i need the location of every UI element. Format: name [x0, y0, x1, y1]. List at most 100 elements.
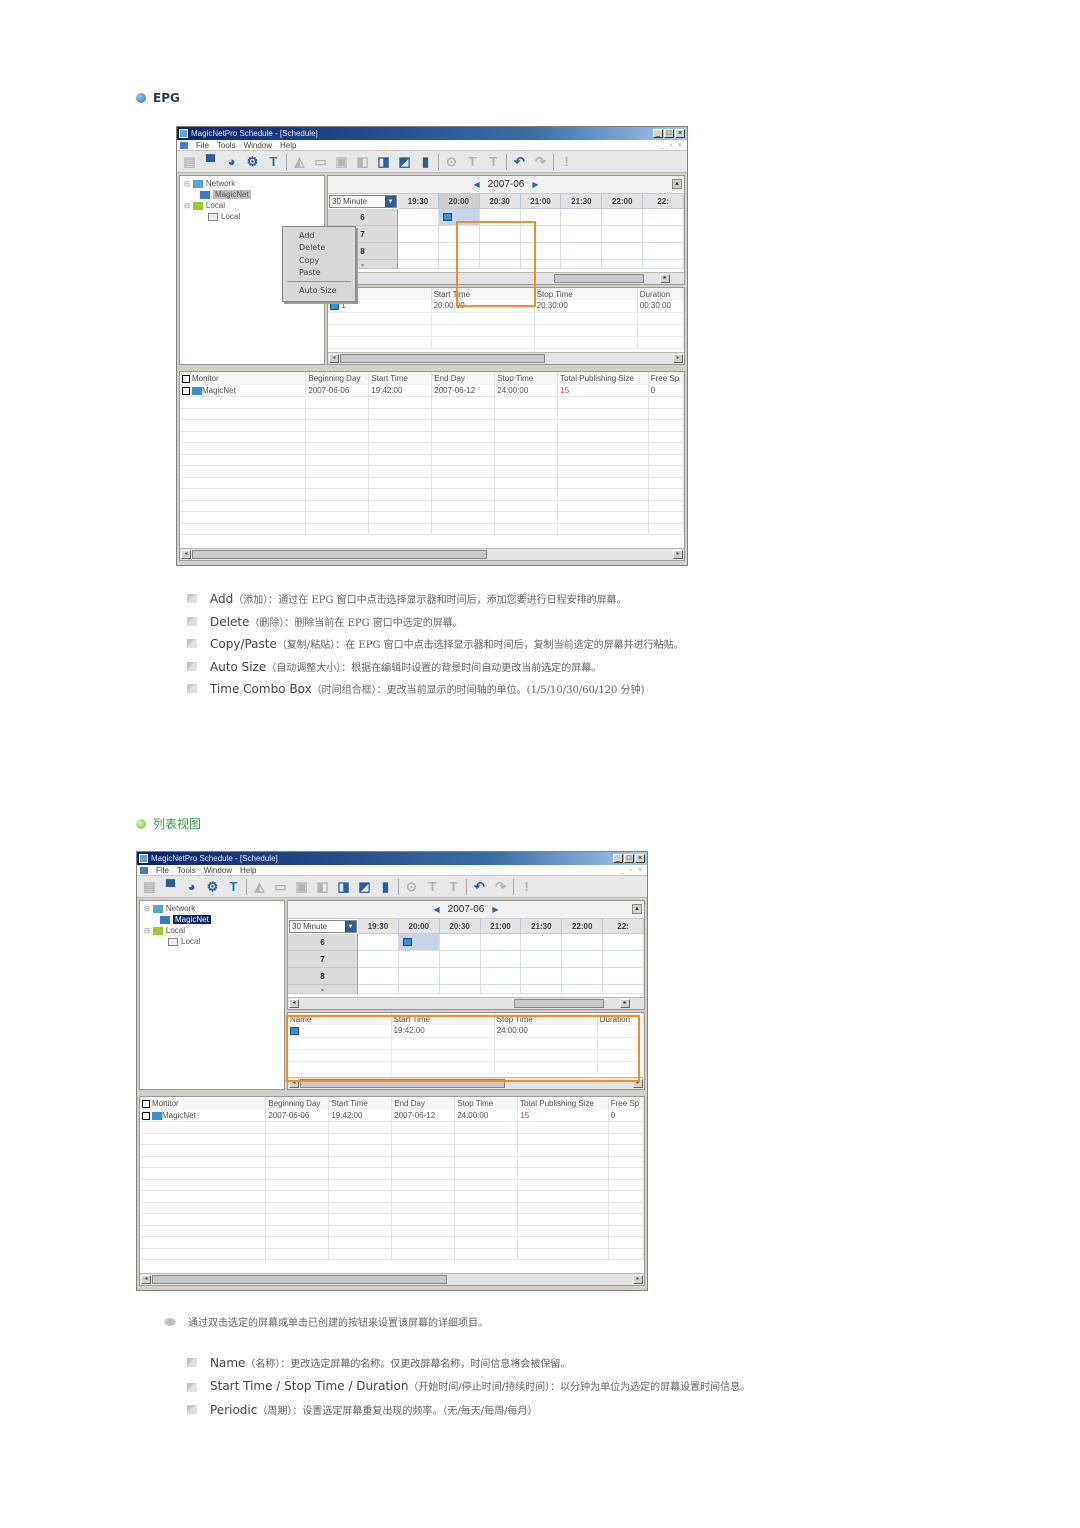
info-icon[interactable]: ! [518, 878, 535, 895]
col-stop-time[interactable]: Stop Time [454, 1097, 519, 1110]
add-screen-icon[interactable]: ◧ [354, 153, 371, 170]
image-icon[interactable]: ▣ [333, 153, 350, 170]
maximize-button[interactable]: □ [664, 129, 674, 138]
col-start-time[interactable]: Start Time [328, 1097, 393, 1110]
copy-screen-icon[interactable]: ◨ [335, 878, 352, 895]
scroll-left-button[interactable]: ◂ [289, 999, 299, 1008]
scroll-left-button[interactable]: ◂ [181, 550, 191, 559]
col-duration[interactable]: Duration [637, 288, 685, 300]
tree-node-magicnet[interactable]: MagicNet [184, 189, 320, 200]
monitor-settings-icon[interactable]: ⚙ [204, 878, 221, 895]
redo-icon[interactable]: ↷ [492, 878, 509, 895]
select-all-checkbox[interactable] [182, 374, 190, 383]
context-menu-delete[interactable]: Delete [283, 242, 355, 255]
epg-cell[interactable] [603, 985, 644, 994]
epg-horizontal-scrollbar[interactable]: ◂ ▸ [288, 997, 644, 1009]
scroll-left-button[interactable]: ◂ [141, 1275, 151, 1284]
tree-node-local-group[interactable]: ⊟ Local [144, 925, 280, 936]
tree-node-network[interactable]: ⊟ Network [144, 903, 280, 914]
epg-cell[interactable] [439, 968, 481, 985]
epg-cell[interactable] [562, 968, 604, 985]
menu-file[interactable]: File [196, 141, 209, 150]
tree-node-local[interactable]: Local [144, 936, 280, 947]
monitor-row[interactable]: MagicNet 2007-06-06 19:42:00 2007-06-12 … [180, 385, 685, 397]
text-icon[interactable]: T [265, 153, 282, 170]
epg-cell[interactable] [398, 243, 439, 260]
scroll-right-button[interactable]: ▸ [633, 1275, 643, 1284]
epg-cell[interactable] [358, 951, 399, 968]
scroll-right-button[interactable]: ▸ [673, 550, 683, 559]
col-total-publishing-size[interactable]: Total Publishing Size [517, 1097, 609, 1110]
col-monitor[interactable]: Monitor [180, 372, 307, 385]
save-icon[interactable]: ▭ [272, 878, 289, 895]
mdi-controls[interactable]: _ ▫ × [620, 867, 644, 874]
add-screen-icon[interactable]: ◧ [314, 878, 331, 895]
col-stop-time[interactable]: Stop Time [494, 372, 559, 385]
epg-cell[interactable] [521, 968, 563, 985]
minimize-button[interactable]: _ [613, 854, 623, 863]
scroll-thumb[interactable] [192, 550, 487, 559]
time-unit-combo[interactable]: 30 Minute ▼ [289, 920, 357, 933]
scroll-left-button[interactable]: ◂ [329, 354, 339, 363]
menu-help[interactable]: Help [240, 866, 256, 875]
tree-node-local[interactable]: Local [184, 211, 320, 222]
tree-node-magicnet[interactable]: MagicNet [144, 914, 280, 925]
network-icon[interactable]: ◩ [356, 878, 373, 895]
epg-cell[interactable] [643, 260, 684, 269]
monitor-row[interactable]: MagicNet 2007-06-06 19:42:00 2007-06-12 … [140, 1110, 645, 1122]
tree-node-network[interactable]: ⊟ Network [184, 178, 320, 189]
time-unit-combo[interactable]: 30 Minute ▼ [329, 195, 397, 208]
refresh-icon[interactable]: ⊙ [403, 878, 420, 895]
scroll-right-button[interactable]: ▸ [673, 354, 683, 363]
menu-file[interactable]: File [156, 866, 169, 875]
epg-cell[interactable] [358, 934, 399, 951]
printer-icon[interactable]: ▤ [141, 878, 158, 895]
epg-cell[interactable] [602, 226, 644, 243]
monitor-settings-icon[interactable]: ⚙ [244, 153, 261, 170]
epg-cell[interactable] [561, 226, 603, 243]
epg-cell[interactable] [603, 968, 644, 985]
epg-cell[interactable] [398, 968, 440, 985]
col-total-publishing-size[interactable]: Total Publishing Size [557, 372, 649, 385]
col-free-space[interactable]: Free Sp [608, 1097, 645, 1110]
epg-cell[interactable] [521, 951, 563, 968]
epg-cell[interactable] [398, 951, 440, 968]
scroll-right-button[interactable]: ▸ [660, 274, 670, 283]
mdi-controls[interactable]: _ ▫ × [660, 142, 684, 149]
context-menu-copy[interactable]: Copy [283, 254, 355, 267]
epg-cell[interactable] [358, 968, 399, 985]
epg-cell[interactable] [480, 951, 522, 968]
epg-cell[interactable] [439, 985, 481, 994]
epg-cell[interactable] [603, 934, 644, 951]
epg-cell[interactable] [480, 934, 522, 951]
text-icon[interactable]: T [225, 878, 242, 895]
epg-cell[interactable] [398, 226, 439, 243]
col-end-day[interactable]: End Day [391, 1097, 456, 1110]
monitor-checkbox[interactable] [142, 1111, 150, 1120]
epg-cell[interactable] [358, 985, 399, 994]
col-beginning-day[interactable]: Beginning Day [265, 1097, 330, 1110]
epg-cell[interactable] [562, 934, 604, 951]
col-end-day[interactable]: End Day [431, 372, 496, 385]
menu-help[interactable]: Help [280, 141, 296, 150]
info-icon[interactable]: ! [558, 153, 575, 170]
redo-icon[interactable]: ↷ [532, 153, 549, 170]
epg-cell[interactable] [521, 985, 563, 994]
minimize-button[interactable]: _ [653, 129, 663, 138]
prev-month-button[interactable]: ◀ [433, 905, 439, 914]
schedule-horizontal-scrollbar[interactable]: ◂ ▸ [328, 352, 684, 364]
menu-tools[interactable]: Tools [217, 141, 236, 150]
epg-cell[interactable] [562, 985, 604, 994]
col-free-space[interactable]: Free Sp [648, 372, 685, 385]
epg-cell[interactable] [480, 985, 522, 994]
next-month-button[interactable]: ▶ [532, 180, 538, 189]
epg-cell[interactable] [643, 243, 684, 260]
epg-cell[interactable] [603, 951, 644, 968]
scroll-right-button[interactable]: ▸ [620, 999, 630, 1008]
open-icon[interactable]: ◭ [291, 153, 308, 170]
monitor-horizontal-scrollbar[interactable]: ◂ ▸ [180, 548, 684, 560]
next-month-button[interactable]: ▶ [492, 905, 498, 914]
refresh-icon[interactable]: ⊙ [443, 153, 460, 170]
scroll-thumb[interactable] [152, 1275, 447, 1284]
epg-cell[interactable] [562, 951, 604, 968]
